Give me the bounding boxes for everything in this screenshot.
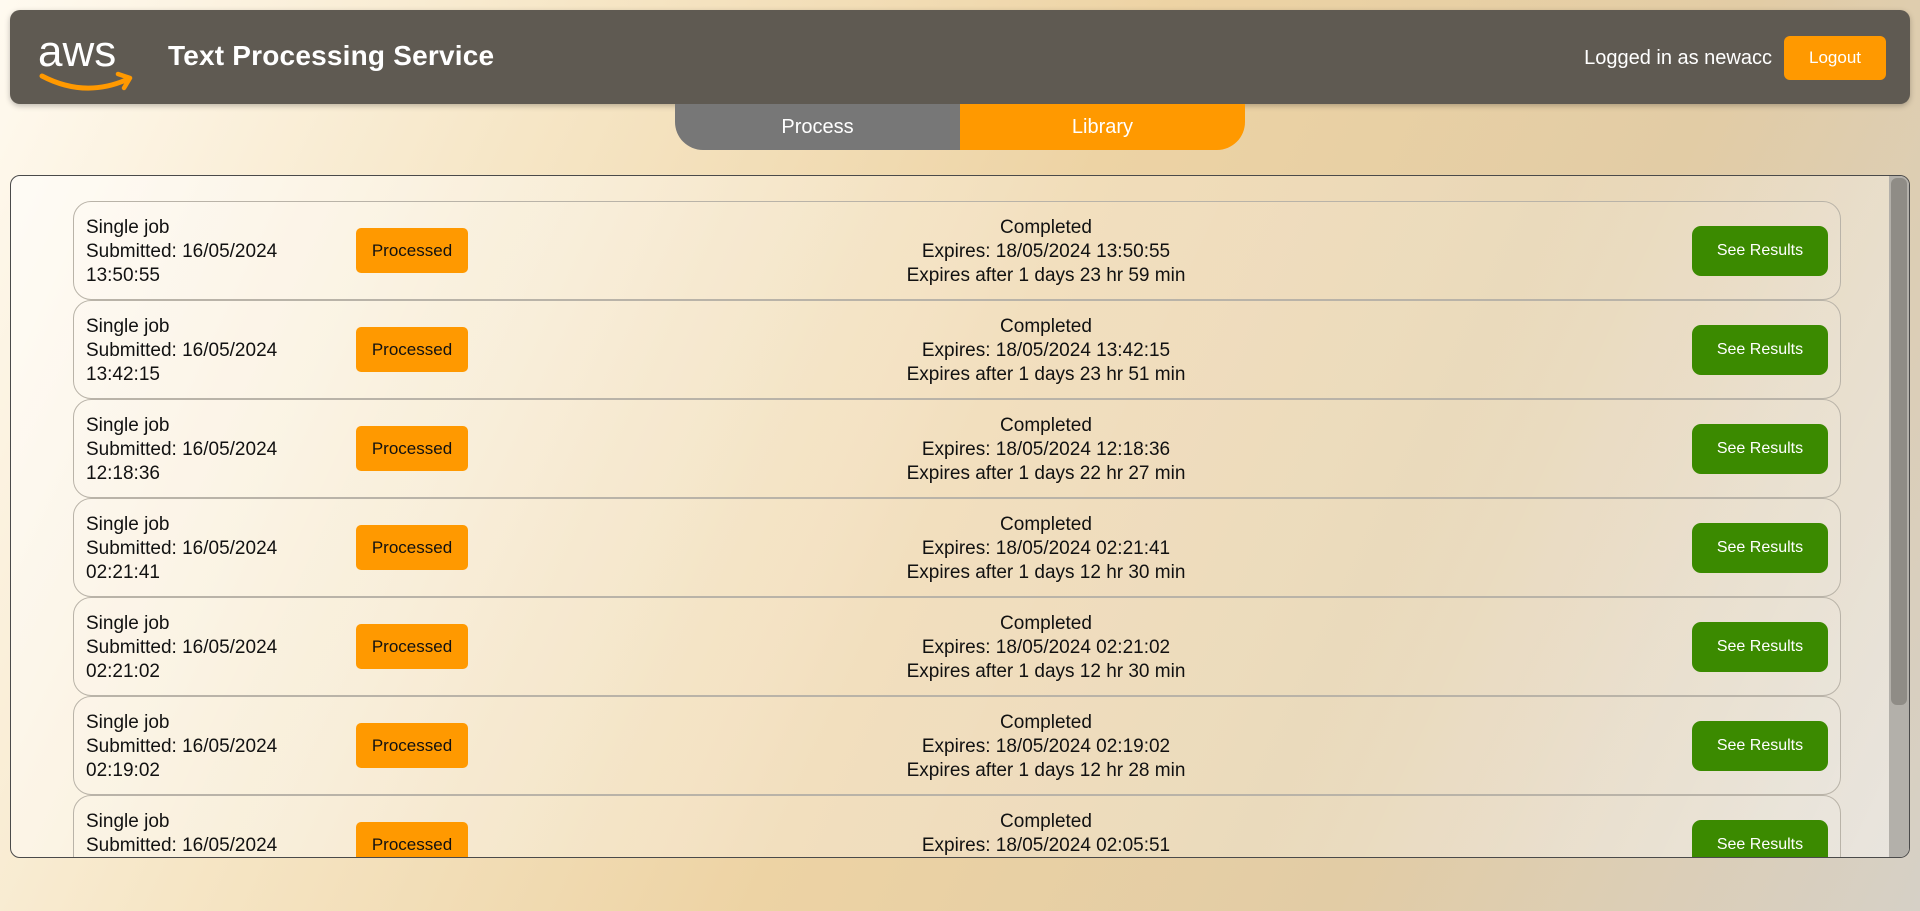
job-info: Single job Submitted: 16/05/2024 12:18:3… <box>86 414 277 486</box>
job-submitted-date: Submitted: 16/05/2024 <box>86 637 278 658</box>
see-results-button[interactable]: See Results <box>1692 523 1828 573</box>
app-title: Text Processing Service <box>168 40 495 71</box>
job-list: Single job Submitted: 16/05/2024 13:50:5… <box>73 201 1841 857</box>
job-status-text: Completed <box>1000 514 1092 535</box>
job-expires-remaining: Expires after 1 days 12 hr 30 min <box>906 661 1186 682</box>
job-status-text: Completed <box>1000 811 1092 832</box>
library-panel: Single job Submitted: 16/05/2024 13:50:5… <box>10 175 1910 858</box>
job-expires-date: Expires: 18/05/2024 02:05:51 <box>921 835 1171 856</box>
logged-in-user-label: Logged in as newacc <box>1584 47 1772 69</box>
job-info: Single job Submitted: 16/05/2024 13:42:1… <box>86 315 277 387</box>
job-row: Single job Submitted: 16/05/2024 12:18:3… <box>73 399 1841 498</box>
job-row: Single job Submitted: 16/05/2024 02:19:0… <box>73 696 1841 795</box>
job-expires-date: Expires: 18/05/2024 12:18:36 <box>921 439 1171 460</box>
job-status-block: Completed Expires: 18/05/2024 02:05:51 <box>846 810 1246 857</box>
job-submitted-time: 02:19:02 <box>86 760 160 781</box>
job-submitted-time: 13:42:15 <box>86 364 160 385</box>
top-header: aws Text Processing Service Logged in as… <box>10 10 1910 104</box>
job-type: Single job <box>86 415 170 436</box>
scrollbar-track[interactable] <box>1889 176 1909 857</box>
job-type: Single job <box>86 217 170 238</box>
job-expires-remaining: Expires after 1 days 12 hr 28 min <box>906 760 1186 781</box>
processed-badge: Processed <box>356 525 468 570</box>
job-submitted-date: Submitted: 16/05/2024 <box>86 439 278 460</box>
job-type: Single job <box>86 811 170 832</box>
see-results-button[interactable]: See Results <box>1692 721 1828 771</box>
job-expires-date: Expires: 18/05/2024 13:42:15 <box>921 340 1171 361</box>
job-row: Single job Submitted: 16/05/2024 13:50:5… <box>73 201 1841 300</box>
job-row: Single job Submitted: 16/05/2024 Process… <box>73 795 1841 857</box>
logout-button[interactable]: Logout <box>1784 36 1886 80</box>
logo-text: aws <box>38 27 116 76</box>
see-results-button[interactable]: See Results <box>1692 325 1828 375</box>
processed-badge: Processed <box>356 723 468 768</box>
job-status-text: Completed <box>1000 712 1092 733</box>
aws-logo[interactable]: aws <box>34 24 144 96</box>
job-row: Single job Submitted: 16/05/2024 13:42:1… <box>73 300 1841 399</box>
tab-library[interactable]: Library <box>960 104 1245 150</box>
job-info: Single job Submitted: 16/05/2024 02:21:0… <box>86 612 277 684</box>
job-row: Single job Submitted: 16/05/2024 02:21:0… <box>73 597 1841 696</box>
job-expires-remaining: Expires after 1 days 23 hr 51 min <box>906 364 1186 385</box>
job-expires-remaining: Expires after 1 days 23 hr 59 min <box>906 265 1186 286</box>
processed-badge: Processed <box>356 624 468 669</box>
job-status-block: Completed Expires: 18/05/2024 02:21:02 E… <box>846 612 1246 684</box>
job-info: Single job Submitted: 16/05/2024 <box>86 810 278 857</box>
job-expires-remaining: Expires after 1 days 22 hr 27 min <box>906 463 1186 484</box>
job-expires-date: Expires: 18/05/2024 02:21:02 <box>921 637 1171 658</box>
job-status-text: Completed <box>1000 217 1092 238</box>
processed-badge: Processed <box>356 327 468 372</box>
job-row: Single job Submitted: 16/05/2024 02:21:4… <box>73 498 1841 597</box>
job-status-block: Completed Expires: 18/05/2024 02:19:02 E… <box>846 711 1246 783</box>
job-submitted-date: Submitted: 16/05/2024 <box>86 241 278 262</box>
job-status-text: Completed <box>1000 613 1092 634</box>
job-status-block: Completed Expires: 18/05/2024 13:50:55 E… <box>846 216 1246 288</box>
processed-badge: Processed <box>356 822 468 857</box>
job-status-text: Completed <box>1000 316 1092 337</box>
tab-process[interactable]: Process <box>675 104 960 150</box>
job-type: Single job <box>86 316 170 337</box>
job-expires-date: Expires: 18/05/2024 02:21:41 <box>921 538 1171 559</box>
see-results-button[interactable]: See Results <box>1692 226 1828 276</box>
job-status-block: Completed Expires: 18/05/2024 02:21:41 E… <box>846 513 1246 585</box>
job-info: Single job Submitted: 16/05/2024 13:50:5… <box>86 216 277 288</box>
aws-logo-icon: aws <box>38 27 133 91</box>
job-type: Single job <box>86 712 170 733</box>
job-info: Single job Submitted: 16/05/2024 02:21:4… <box>86 513 277 585</box>
job-submitted-date: Submitted: 16/05/2024 <box>86 835 278 856</box>
job-submitted-date: Submitted: 16/05/2024 <box>86 736 278 757</box>
job-type: Single job <box>86 613 170 634</box>
processed-badge: Processed <box>356 426 468 471</box>
see-results-button[interactable]: See Results <box>1692 424 1828 474</box>
job-status-text: Completed <box>1000 415 1092 436</box>
see-results-button[interactable]: See Results <box>1692 820 1828 857</box>
job-submitted-date: Submitted: 16/05/2024 <box>86 538 278 559</box>
job-expires-remaining: Expires after 1 days 12 hr 30 min <box>906 562 1186 583</box>
processed-badge: Processed <box>356 228 468 273</box>
job-status-block: Completed Expires: 18/05/2024 13:42:15 E… <box>846 315 1246 387</box>
job-expires-date: Expires: 18/05/2024 02:19:02 <box>921 736 1171 757</box>
job-submitted-time: 02:21:41 <box>86 562 160 583</box>
job-type: Single job <box>86 514 170 535</box>
job-submitted-time: 12:18:36 <box>86 463 160 484</box>
job-submitted-date: Submitted: 16/05/2024 <box>86 340 278 361</box>
scrollbar-thumb[interactable] <box>1891 178 1907 705</box>
job-expires-date: Expires: 18/05/2024 13:50:55 <box>921 241 1171 262</box>
main-tabs: Process Library <box>675 104 1245 150</box>
job-submitted-time: 02:21:02 <box>86 661 160 682</box>
see-results-button[interactable]: See Results <box>1692 622 1828 672</box>
job-info: Single job Submitted: 16/05/2024 02:19:0… <box>86 711 277 783</box>
job-status-block: Completed Expires: 18/05/2024 12:18:36 E… <box>846 414 1246 486</box>
job-submitted-time: 13:50:55 <box>86 265 160 286</box>
